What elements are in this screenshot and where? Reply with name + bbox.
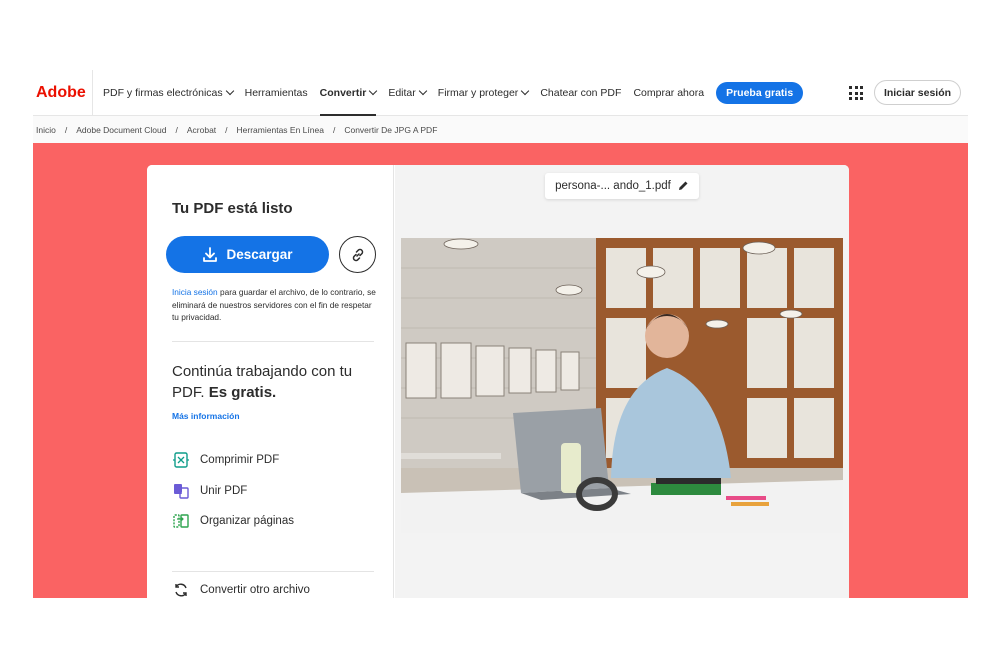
more-info-link[interactable]: Más información [172,411,240,421]
convert-other-file[interactable]: Convertir otro archivo [172,581,310,598]
download-button[interactable]: Descargar [166,236,329,273]
nav-convertir[interactable]: Convertir [319,70,378,116]
breadcrumb-current: Convertir De JPG A PDF [344,124,438,135]
breadcrumb-separator: / [332,124,336,135]
filename-field[interactable]: persona-... ando_1.pdf [545,173,699,199]
breadcrumb-inicio[interactable]: Inicio [36,125,56,135]
nav-herramientas[interactable]: Herramientas [245,70,308,116]
breadcrumb-separator: / [64,124,68,135]
refresh-icon [172,581,190,598]
pdf-preview-image [401,238,843,533]
breadcrumb-separator: / [175,124,178,135]
sign-in-link[interactable]: Inicia sesión [172,287,218,297]
chevron-down-icon [521,86,530,95]
nav-chatear-pdf[interactable]: Chatear con PDF [540,70,621,116]
nav-editar[interactable]: Editar [388,70,428,116]
breadcrumb-herramientas[interactable]: Herramientas En Línea [237,125,324,135]
breadcrumb: Inicio / Adobe Document Cloud / Acrobat … [33,116,968,143]
compress-pdf-icon [172,451,190,469]
ready-title: Tu PDF está listo [172,200,293,217]
divider [172,571,374,572]
breadcrumb-acrobat[interactable]: Acrobat [187,125,216,135]
download-icon [203,246,218,262]
chevron-down-icon [369,86,378,95]
result-card: Tu PDF está listo Descargar Inicia sesió… [147,165,849,598]
nav-pdf-firmas[interactable]: PDF y firmas electrónicas [103,70,234,116]
tool-merge-pdf[interactable]: Unir PDF [172,482,247,500]
link-icon [352,248,363,261]
chevron-down-icon [418,86,428,95]
adobe-logo[interactable]: Adobe [33,70,93,116]
tool-organize-pages[interactable]: Organizar páginas [172,512,294,530]
nav-firmar-proteger[interactable]: Firmar y proteger [438,70,530,116]
merge-pdf-icon [172,482,190,500]
continue-heading: Continúa trabajando con tu PDF. Es grati… [172,363,353,401]
main-area: Tu PDF está listo Descargar Inicia sesió… [33,143,968,598]
privacy-notice: Inicia sesión para guardar el archivo, d… [172,287,376,322]
organize-pages-icon [172,512,190,530]
filename-text: persona-... ando_1.pdf [555,180,671,192]
breadcrumb-document-cloud[interactable]: Adobe Document Cloud [76,125,166,135]
pencil-icon[interactable] [677,180,689,192]
copy-link-button[interactable] [339,236,376,273]
breadcrumb-separator: / [225,124,228,135]
top-nav: Adobe PDF y firmas electrónicas Herramie… [33,70,968,116]
nav-comprar-ahora[interactable]: Comprar ahora [633,70,704,116]
app-grid-icon[interactable] [849,86,863,100]
tool-compress-pdf[interactable]: Comprimir PDF [172,451,279,469]
divider [172,341,374,342]
chevron-down-icon [225,86,234,95]
browser-page: Adobe PDF y firmas electrónicas Herramie… [33,70,968,598]
free-trial-button[interactable]: Prueba gratis [716,81,804,104]
preview-panel: persona-... ando_1.pdf [395,165,849,598]
sign-in-button[interactable]: Iniciar sesión [874,80,961,105]
result-panel: Tu PDF está listo Descargar Inicia sesió… [147,165,394,598]
